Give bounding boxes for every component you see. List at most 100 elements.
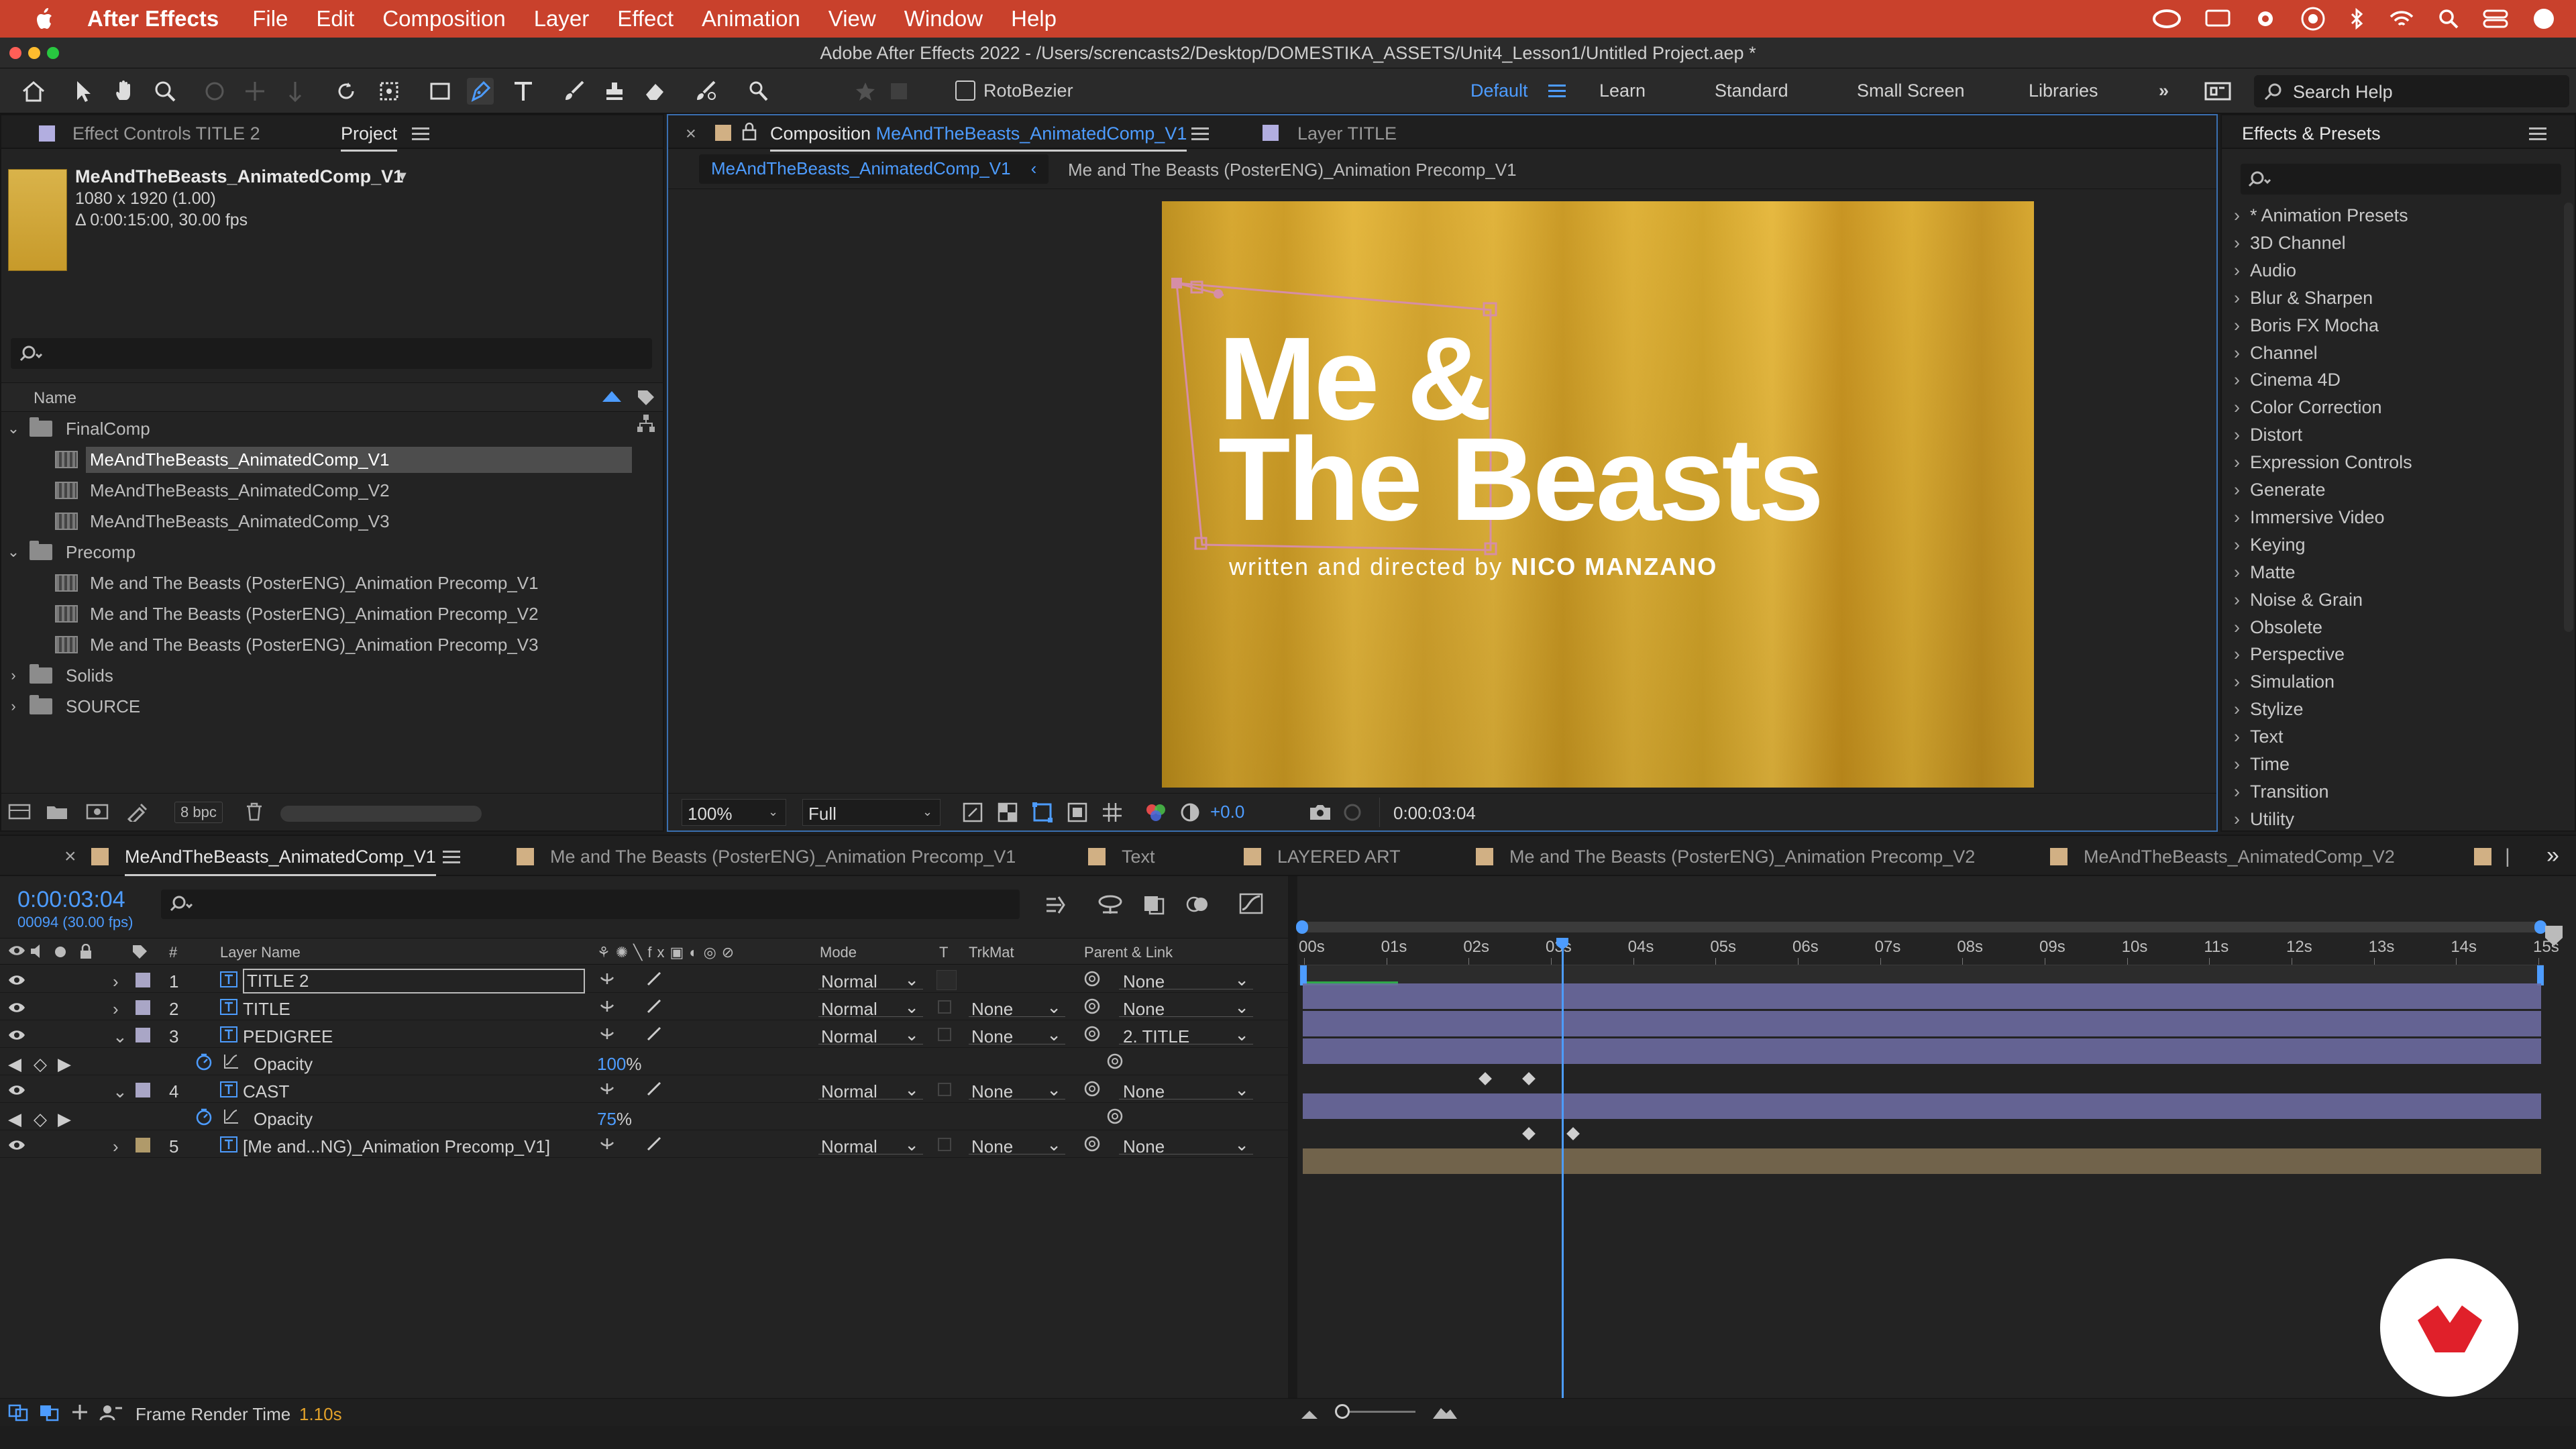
puppet-pin-tool-icon[interactable] <box>745 78 771 105</box>
effects-category-item[interactable]: › Utility <box>2234 809 2294 835</box>
timeline-tab-precomp-v1[interactable]: Me and The Beasts (PosterENG)_Animation … <box>550 847 1016 867</box>
tab-layer-title[interactable]: Layer TITLE <box>1297 123 1397 144</box>
close-tab-icon[interactable]: × <box>64 845 76 868</box>
keyframe-diamond[interactable] <box>1521 1072 1536 1085</box>
layer-duration-bar[interactable] <box>1303 1093 2541 1119</box>
layer-switches-toggle-icon[interactable] <box>8 1404 28 1421</box>
menu-edit[interactable]: Edit <box>316 6 354 32</box>
expression-pick-whip-icon[interactable] <box>1106 1053 1124 1070</box>
delete-trash-icon[interactable] <box>244 802 264 822</box>
project-comp-row[interactable]: Me and The Beasts (PosterENG)_Animation … <box>1 598 632 629</box>
timeline-tab-comp-v1[interactable]: MeAndTheBeasts_AnimatedComp_V1 <box>125 847 436 876</box>
add-keyframe-icon[interactable]: ◇ <box>34 1109 47 1130</box>
layer-name[interactable]: TITLE <box>243 999 290 1020</box>
new-composition-icon[interactable] <box>86 803 109 820</box>
current-timecode[interactable]: 0:00:03:04 <box>17 887 125 913</box>
property-row[interactable]: ◀ ◇ ▶ Opacity 75% <box>0 1104 1288 1130</box>
effects-scrollbar[interactable] <box>2564 203 2573 632</box>
timeline-zoom-slider[interactable] <box>1335 1404 1415 1419</box>
timeline-tab-precomp-v2[interactable]: Me and The Beasts (PosterENG)_Animation … <box>1509 847 1975 867</box>
roto-brush-tool-icon[interactable] <box>692 78 719 105</box>
layer-row[interactable]: › 5 [Me and...NG)_Animation Precomp_V1] Nor… <box>0 1131 1288 1158</box>
layer-duration-bar[interactable] <box>1303 983 2541 1009</box>
color-depth-button[interactable]: 8 bpc <box>174 802 223 823</box>
effects-category-item[interactable]: › Keying <box>2234 535 2306 560</box>
solo-dot-icon[interactable] <box>55 947 66 957</box>
project-comp-row[interactable]: MeAndTheBeasts_AnimatedComp_V2 <box>1 475 632 506</box>
workspace-learn[interactable]: Learn <box>1599 80 1646 101</box>
parent-dropdown[interactable]: None ⌄ <box>1119 997 1253 1019</box>
layer-duration-bar[interactable] <box>1303 1011 2541 1036</box>
more-workspaces-icon[interactable]: » <box>2159 80 2169 101</box>
twirl-closed-icon[interactable]: › <box>4 698 23 715</box>
effects-panel-menu-icon[interactable] <box>2529 127 2546 141</box>
region-of-interest-icon[interactable] <box>1067 802 1088 823</box>
effects-search-field[interactable] <box>2241 164 2561 195</box>
preserve-transparency-checkbox[interactable] <box>938 1138 951 1151</box>
creative-cloud-icon[interactable] <box>2152 8 2182 30</box>
search-spotlight-icon[interactable] <box>2438 8 2459 30</box>
workspace-small-screen[interactable]: Small Screen <box>1857 80 1965 101</box>
grid-guides-icon[interactable] <box>1102 802 1123 823</box>
breadcrumb-comp-v1[interactable]: MeAndTheBeasts_AnimatedComp_V1 ‹ <box>699 154 1049 184</box>
shy-switch-icon[interactable] <box>598 1026 616 1041</box>
screen-recorder-icon[interactable] <box>2300 5 2326 32</box>
star-icon[interactable] <box>852 78 879 105</box>
comp-name-dropdown-icon[interactable]: ▼ <box>396 169 409 184</box>
parent-dropdown[interactable]: None ⌄ <box>1119 1134 1253 1157</box>
twirl-open-icon[interactable]: ⌄ <box>4 543 23 561</box>
track-matte-dropdown[interactable]: None ⌄ <box>969 997 1065 1019</box>
menu-file[interactable]: File <box>252 6 288 32</box>
project-folder-row[interactable]: ⌄ FinalComp <box>1 413 632 444</box>
twirl-closed-icon[interactable]: › <box>113 1136 119 1157</box>
blend-mode-dropdown[interactable]: Normal ⌄ <box>818 1079 923 1102</box>
workspace-layout-icon[interactable] <box>2204 78 2231 105</box>
effects-category-item[interactable]: › Noise & Grain <box>2234 590 2363 615</box>
tab-composition[interactable]: Composition MeAndTheBeasts_AnimatedComp_… <box>770 123 1187 152</box>
effects-category-item[interactable]: › Immersive Video <box>2234 507 2385 533</box>
project-folder-row[interactable]: › SOURCE <box>1 691 632 722</box>
effects-category-item[interactable]: › Text <box>2234 727 2284 752</box>
search-help-field[interactable]: Search Help <box>2254 75 2569 107</box>
clone-stamp-tool-icon[interactable] <box>601 78 628 105</box>
label-tag-icon[interactable] <box>131 944 149 960</box>
motion-blur-icon[interactable] <box>1185 894 1210 915</box>
shy-switch-icon[interactable] <box>598 1136 616 1151</box>
workspace-default[interactable]: Default <box>1470 80 1528 101</box>
layer-row[interactable]: ⌄ 4 CAST Normal ⌄ None ⌄ None ⌄ <box>0 1076 1288 1103</box>
composition-flowchart-icon[interactable] <box>1044 895 1071 915</box>
current-time-indicator[interactable] <box>1556 938 1568 1411</box>
track-matte-dropdown[interactable]: None ⌄ <box>969 1024 1065 1046</box>
project-search-field[interactable] <box>11 338 652 369</box>
pick-whip-icon[interactable] <box>1083 1025 1102 1042</box>
next-keyframe-icon[interactable]: ▶ <box>58 1054 71 1075</box>
effects-category-item[interactable]: › Audio <box>2234 260 2296 286</box>
switches-header-icons[interactable]: ⚘✺╲fx▣◐◎⊘ <box>597 944 739 961</box>
workspace-libraries[interactable]: Libraries <box>2029 80 2098 101</box>
fast-previews-icon[interactable] <box>962 802 983 823</box>
twirl-open-icon[interactable]: ⌄ <box>4 420 23 437</box>
add-keyframe-icon[interactable]: ◇ <box>34 1054 47 1075</box>
rotobezier-checkbox[interactable] <box>955 80 975 101</box>
siri-icon[interactable] <box>2532 7 2556 31</box>
layer-duration-bar[interactable] <box>1303 1038 2541 1064</box>
property-value[interactable]: 75% <box>597 1109 632 1130</box>
twirl-open-icon[interactable]: ⌄ <box>113 1081 127 1102</box>
keyframe-diamond[interactable] <box>1521 1127 1536 1140</box>
effects-category-item[interactable]: › Cinema 4D <box>2234 370 2341 395</box>
shy-switch-icon[interactable] <box>598 999 616 1014</box>
brush-tool-icon[interactable] <box>561 78 588 105</box>
project-panel-menu-icon[interactable] <box>412 127 429 141</box>
track-matte-dropdown[interactable]: None ⌄ <box>969 1134 1065 1157</box>
quality-switch-icon[interactable] <box>645 971 663 986</box>
graph-editor-icon[interactable] <box>1238 892 1264 915</box>
prev-keyframe-icon[interactable]: ◀ <box>8 1109 21 1130</box>
effects-category-item[interactable]: › Stylize <box>2234 699 2304 724</box>
resolution-dropdown[interactable]: Full ⌄ <box>802 799 941 826</box>
timeline-panel-menu-icon[interactable] <box>443 851 460 864</box>
orbit-camera-icon[interactable] <box>201 78 228 105</box>
twirl-closed-icon[interactable]: › <box>113 999 119 1020</box>
timeline-tab-comp-v2[interactable]: MeAndTheBeasts_AnimatedComp_V2 <box>2084 847 2395 867</box>
tab-effect-controls[interactable]: Effect Controls TITLE 2 <box>72 123 260 144</box>
blend-mode-dropdown[interactable]: Normal ⌄ <box>818 997 923 1019</box>
